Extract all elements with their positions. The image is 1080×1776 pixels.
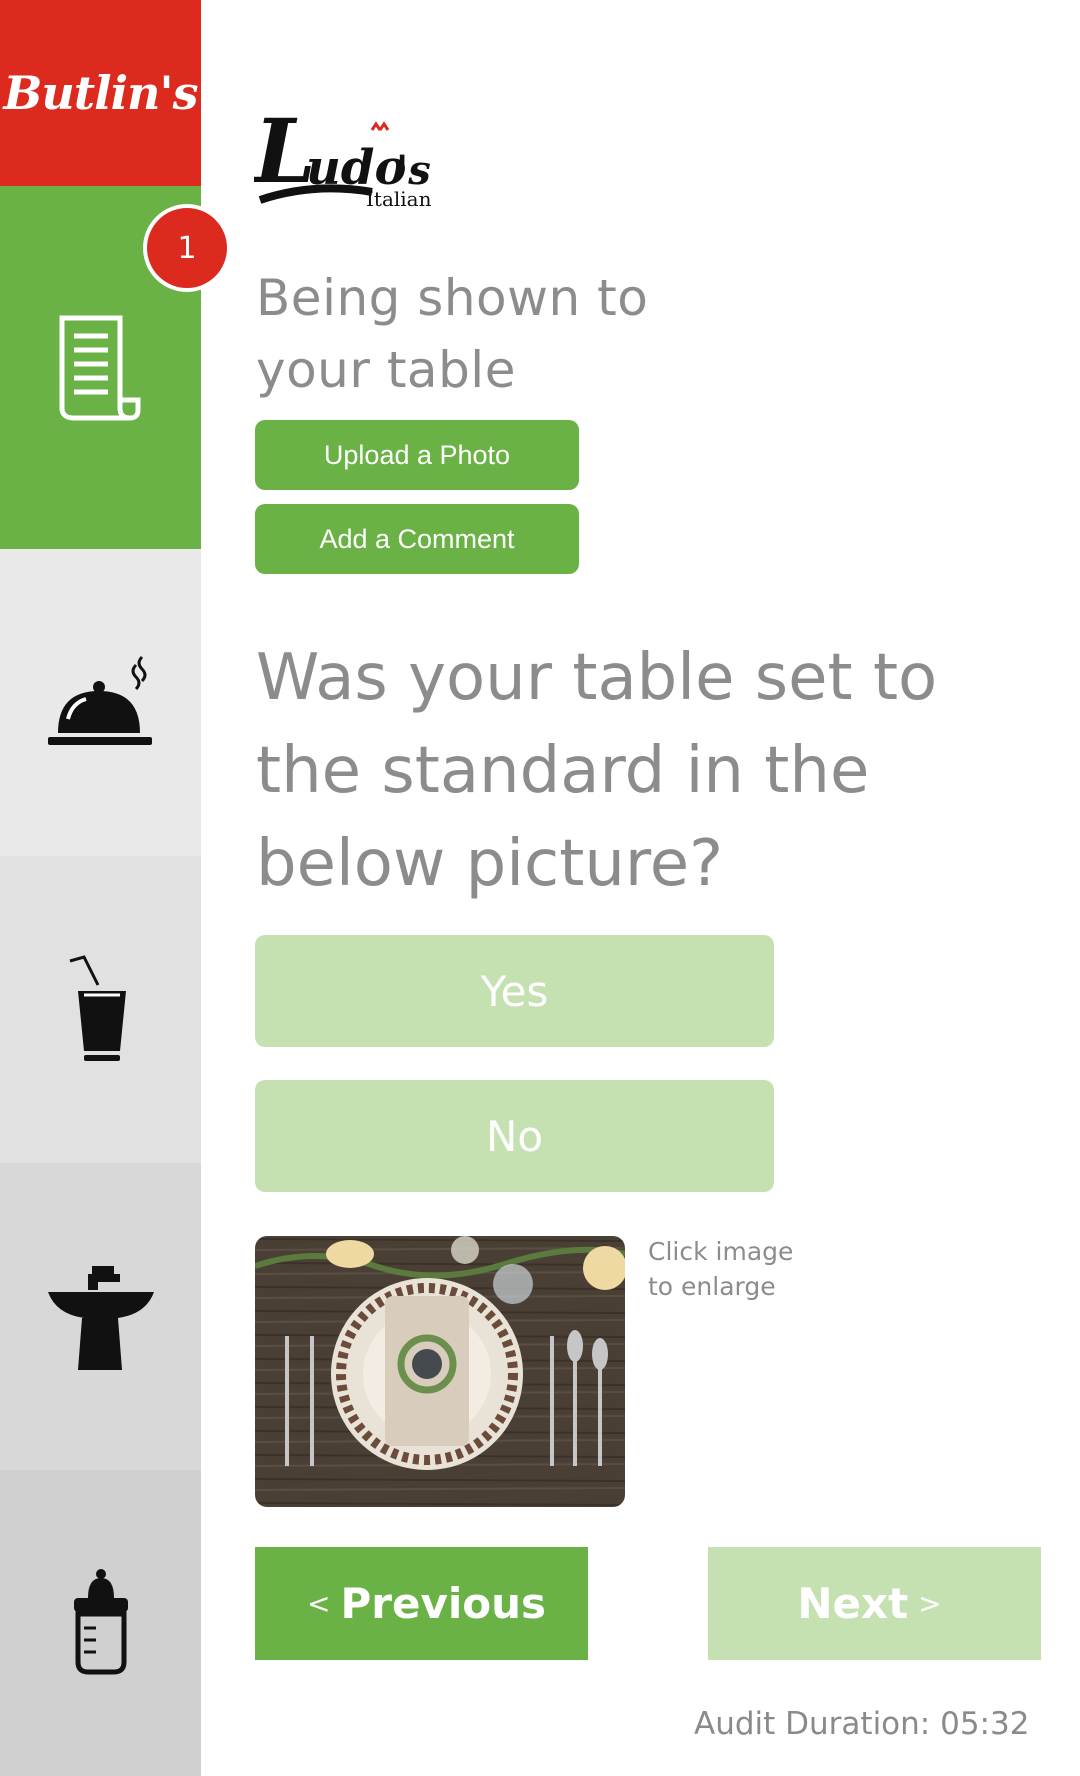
next-label: Next	[797, 1579, 909, 1628]
chevron-left-icon: <	[307, 1587, 331, 1620]
butlins-logo: Butlin's	[0, 0, 201, 186]
next-button[interactable]: Next >	[708, 1547, 1041, 1660]
baby-bottle-icon	[73, 1569, 128, 1675]
checklist-icon	[59, 315, 140, 420]
previous-button[interactable]: < Previous	[255, 1547, 588, 1660]
notification-badge: 1	[143, 204, 231, 292]
sidebar-item-drinks[interactable]	[0, 856, 201, 1163]
sidebar-item-washroom[interactable]	[0, 1163, 201, 1470]
add-comment-button[interactable]: Add a Comment	[255, 504, 579, 574]
restaurant-logo: L udo 's Italian	[251, 96, 434, 212]
audit-duration: Audit Duration: 05:32	[694, 1706, 1030, 1742]
sidebar-item-baby[interactable]	[0, 1470, 201, 1776]
sink-icon	[47, 1265, 154, 1370]
question-text: Was your table set to the standard in th…	[256, 641, 938, 901]
previous-label: Previous	[340, 1579, 546, 1628]
no-button[interactable]: No	[255, 1080, 774, 1192]
section-title: Being shown to your table	[256, 269, 649, 399]
reference-photo[interactable]	[255, 1236, 625, 1507]
svg-text:Italian: Italian	[366, 187, 432, 211]
service-cloche-icon	[47, 655, 152, 745]
sidebar-item-service[interactable]	[0, 549, 201, 856]
drink-cup-icon	[69, 954, 126, 1061]
enlarge-hint-line1: Click image	[648, 1237, 794, 1266]
yes-button[interactable]: Yes	[255, 935, 774, 1047]
enlarge-hint-line2: to enlarge	[648, 1272, 776, 1301]
brand-name: Butlin's	[3, 66, 199, 120]
chevron-right-icon: >	[918, 1587, 942, 1620]
upload-photo-button[interactable]: Upload a Photo	[255, 420, 579, 490]
enlarge-hint: Click image to enlarge	[648, 1234, 848, 1304]
